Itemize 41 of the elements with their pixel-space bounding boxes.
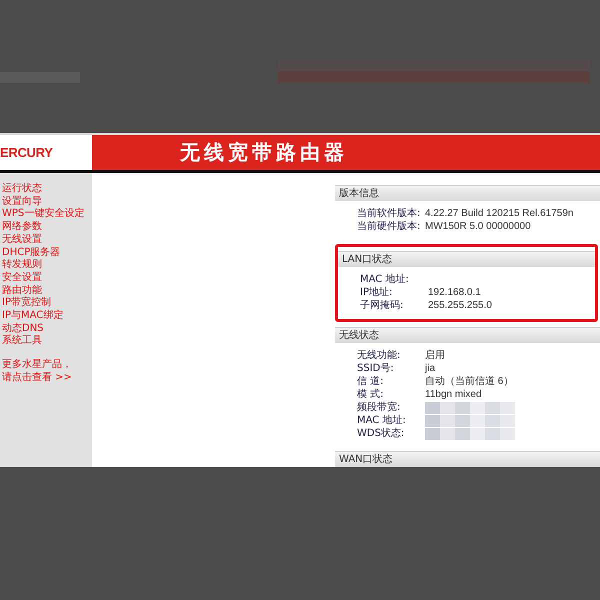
- field-label: 频段带宽:: [357, 401, 402, 414]
- field-value: 11bgn mixed: [425, 388, 482, 401]
- field-value: 自动（当前信道 6）: [425, 375, 514, 388]
- section-title: WAN口状态: [335, 451, 600, 467]
- nav-link[interactable]: DHCP服务器: [2, 246, 60, 260]
- nav-link[interactable]: 转发规则: [2, 259, 42, 272]
- nav-link[interactable]: 无线设置: [2, 234, 42, 247]
- field-label: SSID号:: [357, 362, 395, 375]
- field-label: 无线功能:: [357, 349, 402, 362]
- field-label: MAC 地址:: [360, 273, 410, 286]
- nav-link[interactable]: 运行状态: [2, 183, 42, 196]
- field-value: jia: [425, 362, 436, 375]
- field-label: IP地址:: [360, 286, 394, 299]
- page-title: 无线宽带路由器: [180, 139, 348, 166]
- field-value: 启用: [425, 349, 445, 362]
- field-value: 192.168.0.1: [428, 286, 481, 299]
- field-value: MW150R 5.0 00000000: [425, 220, 531, 233]
- field-value: 255.255.255.0: [428, 299, 492, 312]
- field-label: 模 式:: [357, 388, 385, 401]
- field-label: WDS状态:: [357, 427, 406, 440]
- nav-link[interactable]: IP与MAC绑定: [2, 310, 64, 323]
- nav-link[interactable]: 系统工具: [2, 335, 42, 348]
- section-title: LAN口状态: [338, 251, 595, 267]
- brand-logo: ERCURY: [0, 145, 53, 160]
- nav-link[interactable]: 动态DNS: [2, 322, 44, 336]
- field-label: 当前软件版本:: [357, 207, 422, 220]
- field-value: 4.22.27 Build 120215 Rel.61759n: [425, 207, 574, 220]
- section-title: 版本信息: [335, 185, 600, 201]
- nav-link[interactable]: WPS一键安全设定: [2, 208, 84, 222]
- nav-link[interactable]: 安全设置: [2, 272, 42, 285]
- section-title: 无线状态: [335, 327, 600, 343]
- promo-text: 更多水星产品，: [2, 359, 72, 372]
- nav-link[interactable]: 网络参数: [2, 221, 42, 234]
- field-label: 信 道:: [357, 375, 385, 388]
- nav-link[interactable]: 设置向导: [2, 196, 42, 208]
- nav-link[interactable]: 路由功能: [2, 284, 42, 298]
- nav-link[interactable]: IP带宽控制: [2, 297, 51, 310]
- field-label: 当前硬件版本:: [357, 220, 422, 233]
- field-label: MAC 地址:: [357, 414, 407, 427]
- field-label: 子网掩码:: [360, 299, 404, 312]
- promo-link[interactable]: 请点击查看 >>: [2, 372, 72, 385]
